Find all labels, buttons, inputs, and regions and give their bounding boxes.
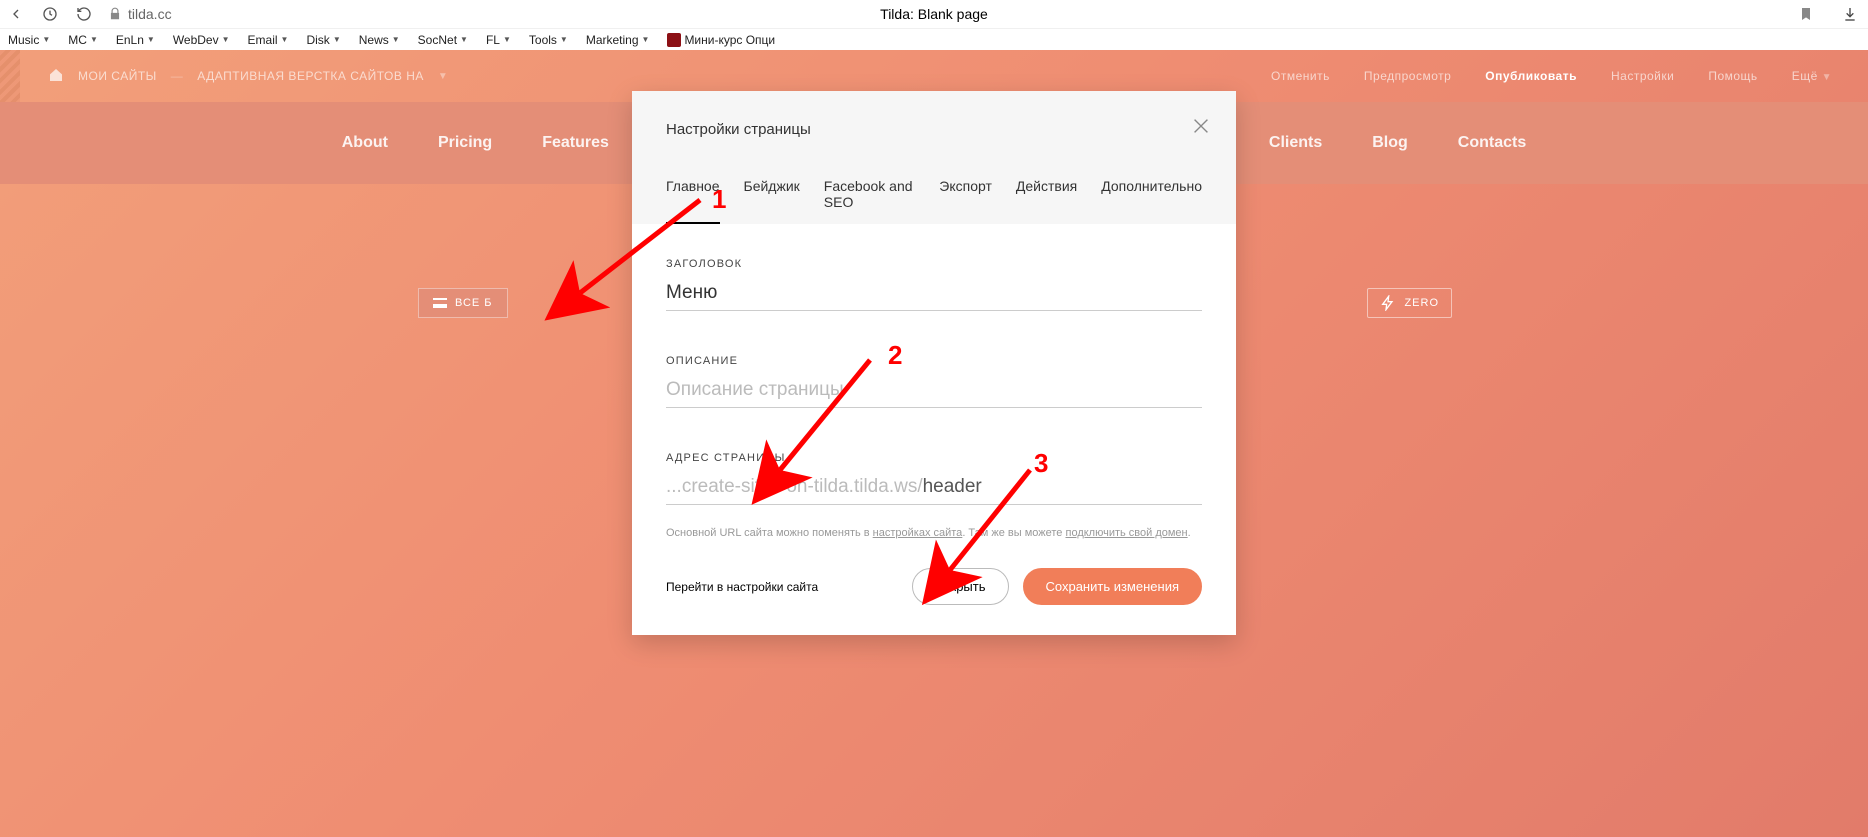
bookmark-folder[interactable]: WebDev ▼ <box>173 33 230 47</box>
annotation-2: 2 <box>888 340 902 371</box>
yandex-icon[interactable] <box>42 6 58 22</box>
bookmark-folder[interactable]: Marketing ▼ <box>586 33 650 47</box>
modal-tabs: Главное Бейджик Facebook and SEO Экспорт… <box>666 178 1202 224</box>
modal-overlay: Настройки страницы Главное Бейджик Faceb… <box>0 50 1868 837</box>
address-bar[interactable]: tilda.cc <box>108 6 172 22</box>
bookmark-folder[interactable]: SocNet ▼ <box>418 33 468 47</box>
bookmark-folder[interactable]: Music ▼ <box>8 33 50 47</box>
bookmark-folder[interactable]: Disk ▼ <box>306 33 340 47</box>
modal-title: Настройки страницы <box>666 121 1202 138</box>
go-to-site-settings-link[interactable]: Перейти в настройки сайта <box>666 580 818 594</box>
reload-icon[interactable] <box>76 6 92 22</box>
url-text: tilda.cc <box>128 6 172 22</box>
close-modal-button[interactable]: Закрыть <box>912 568 1008 605</box>
bookmark-folder[interactable]: Tools ▼ <box>529 33 568 47</box>
title-input[interactable] <box>666 278 1202 311</box>
tab-seo[interactable]: Facebook and SEO <box>824 178 916 224</box>
bookmark-folder[interactable]: News ▼ <box>359 33 400 47</box>
page-settings-modal: Настройки страницы Главное Бейджик Faceb… <box>632 91 1236 635</box>
tab-actions[interactable]: Действия <box>1016 178 1077 224</box>
content-area: МОИ САЙТЫ — АДАПТИВНАЯ ВЕРСТКА САЙТОВ НА… <box>0 50 1868 837</box>
url-input[interactable] <box>923 472 1202 504</box>
browser-chrome: tilda.cc Tilda: Blank page <box>0 0 1868 28</box>
annotation-1: 1 <box>712 184 726 215</box>
back-icon[interactable] <box>8 6 24 22</box>
url-prefix: ...create-sites-on-tilda.tilda.ws/ <box>666 476 923 498</box>
bookmark-bar: Music ▼ MC ▼ EnLn ▼ WebDev ▼ Email ▼ Dis… <box>0 28 1868 50</box>
bookmark-icon[interactable] <box>1798 6 1814 22</box>
bookmark-folder[interactable]: FL ▼ <box>486 33 511 47</box>
lock-icon <box>108 7 122 21</box>
download-icon[interactable] <box>1842 6 1858 22</box>
tab-advanced[interactable]: Дополнительно <box>1101 178 1202 224</box>
close-icon <box>1190 115 1212 137</box>
title-label: ЗАГОЛОВОК <box>666 258 1202 270</box>
url-hint: Основной URL сайта можно поменять в наст… <box>666 527 1202 539</box>
description-input[interactable] <box>666 375 1202 408</box>
favicon-icon <box>667 33 681 47</box>
bookmark-folder[interactable]: EnLn ▼ <box>116 33 155 47</box>
tab-badge[interactable]: Бейджик <box>744 178 800 224</box>
save-button[interactable]: Сохранить изменения <box>1023 568 1203 605</box>
domain-link-inline[interactable]: подключить свой домен <box>1065 527 1187 539</box>
bookmark-folder[interactable]: Email ▼ <box>248 33 289 47</box>
bookmark-folder[interactable]: MC ▼ <box>68 33 98 47</box>
url-label: АДРЕС СТРАНИЦЫ <box>666 452 1202 464</box>
page-title: Tilda: Blank page <box>880 6 988 22</box>
description-label: ОПИСАНИЕ <box>666 355 1202 367</box>
annotation-3: 3 <box>1034 448 1048 479</box>
settings-link-inline[interactable]: настройках сайта <box>873 527 963 539</box>
tab-export[interactable]: Экспорт <box>939 178 992 224</box>
close-button[interactable] <box>1190 115 1212 142</box>
bookmark-link[interactable]: Мини-курс Опци <box>667 33 775 47</box>
